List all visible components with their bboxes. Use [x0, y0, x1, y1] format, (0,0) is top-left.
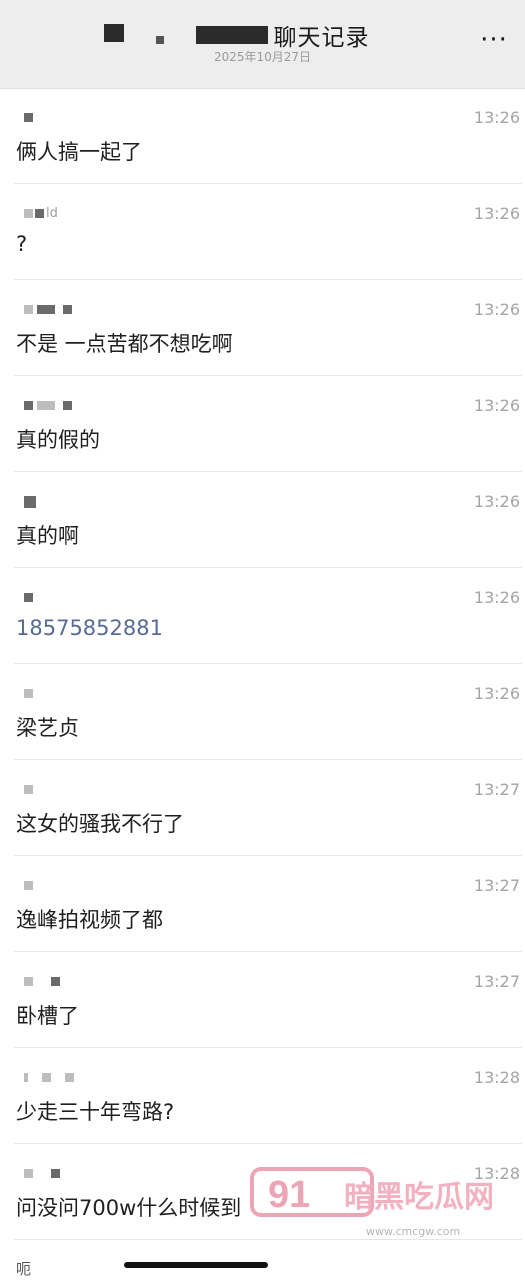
chat-message[interactable]: 13:28 少走三十年弯路?	[14, 1048, 522, 1144]
redacted-avatar-block	[24, 785, 33, 794]
chat-message[interactable]: 13:27 这女的骚我不行了	[14, 760, 522, 856]
redacted-avatar-block	[24, 689, 33, 698]
chat-message[interactable]: 13:26 18575852881	[14, 568, 522, 664]
sender-name	[24, 1166, 76, 1180]
message-time: 13:26	[473, 588, 520, 607]
chat-date: 2025年10月27日	[213, 50, 312, 64]
message-time: 13:27	[473, 972, 520, 991]
chat-message[interactable]: 13:27 卧槽了	[14, 952, 522, 1048]
redacted-avatar-block	[24, 113, 33, 122]
message-text: 逸峰拍视频了都	[16, 908, 163, 932]
more-options-button[interactable]: ···	[477, 25, 511, 55]
sender-name	[24, 398, 88, 412]
chat-message[interactable]: 13:26 真的假的	[14, 376, 522, 472]
redacted-avatar-block	[51, 977, 60, 986]
sender-name	[24, 110, 49, 124]
chat-message[interactable]: ld 13:26 ?	[14, 184, 522, 280]
page-title: 聊天记录	[273, 25, 370, 51]
redacted-avatar-block	[37, 305, 55, 314]
message-time: 13:26	[473, 492, 520, 511]
redacted-avatar-block	[63, 401, 72, 410]
message-text: 问没问700w什么时候到	[16, 1196, 242, 1220]
sender-name	[24, 590, 49, 604]
message-time: 13:26	[473, 108, 520, 127]
home-indicator[interactable]	[124, 1262, 268, 1268]
redacted-avatar-block	[42, 1073, 51, 1082]
sender-name	[24, 302, 88, 316]
redacted-avatar-block	[63, 305, 72, 314]
sender-name	[24, 1070, 90, 1084]
message-time: 13:26	[473, 300, 520, 319]
redacted-avatar-block	[24, 495, 36, 508]
phone-number-link[interactable]: 18575852881	[16, 616, 163, 640]
chat-history-header: 聊天记录 2025年10月27日 ···	[0, 0, 525, 89]
redacted-avatar-block	[35, 209, 44, 218]
redacted-avatar-block	[24, 881, 33, 890]
sender-name	[24, 494, 52, 508]
redacted-avatar-block	[24, 305, 33, 314]
message-text: 少走三十年弯路?	[16, 1100, 175, 1124]
message-text: 这女的骚我不行了	[16, 812, 184, 836]
sender-name: ld	[24, 206, 58, 221]
chat-message[interactable]: 呃	[14, 1240, 522, 1280]
message-time: 13:26	[473, 204, 520, 223]
redacted-avatar-block	[24, 401, 33, 410]
message-time: 13:28	[473, 1068, 520, 1087]
sender-name	[24, 974, 76, 988]
redacted-avatar-block	[24, 977, 33, 986]
redacted-avatar-block	[24, 1169, 33, 1178]
chat-message[interactable]: 13:26 梁艺贞	[14, 664, 522, 760]
message-text: 呃	[16, 1260, 32, 1278]
message-time: 13:26	[473, 684, 520, 703]
message-time: 13:27	[473, 780, 520, 799]
message-time: 13:26	[473, 396, 520, 415]
message-text: 真的假的	[16, 428, 100, 452]
message-text: 不是 一点苦都不想吃啊	[16, 332, 233, 356]
chat-message[interactable]: 13:26 不是 一点苦都不想吃啊	[14, 280, 522, 376]
message-text: 俩人搞一起了	[16, 140, 142, 164]
redacted-avatar-block	[65, 1073, 74, 1082]
chat-message[interactable]: 13:26 真的啊	[14, 472, 522, 568]
message-text: ?	[16, 232, 28, 256]
chat-message[interactable]: 13:26 俩人搞一起了	[14, 88, 522, 184]
redacted-avatar-block	[37, 401, 55, 410]
message-text: 梁艺贞	[16, 716, 79, 740]
sender-name	[24, 686, 49, 700]
sender-name	[24, 878, 49, 892]
message-text: 真的啊	[16, 524, 79, 548]
message-time: 13:27	[473, 876, 520, 895]
redacted-avatar-block	[24, 593, 33, 602]
redacted-avatar-block	[51, 1169, 60, 1178]
redacted-avatar-block	[24, 209, 33, 218]
redacted-avatar-block	[24, 1073, 28, 1082]
chat-message[interactable]: 13:27 逸峰拍视频了都	[14, 856, 522, 952]
chat-message[interactable]: 13:28 问没问700w什么时候到	[14, 1144, 522, 1240]
message-text: 卧槽了	[16, 1004, 79, 1028]
more-icon: ···	[480, 25, 508, 55]
message-time: 13:28	[473, 1164, 520, 1183]
sender-name	[24, 782, 49, 796]
